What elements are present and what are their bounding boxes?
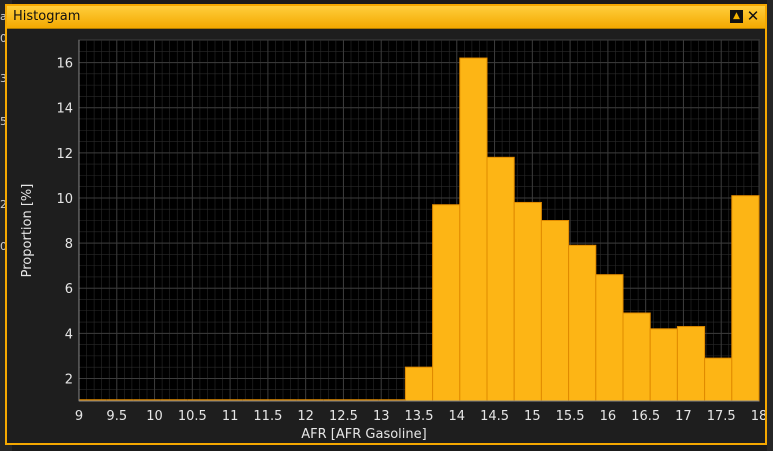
chart-area: 9 9.5 10 10.5 11 11.5 12 12.5 13 13.5 14 14.5 15 15.5… [7,29,765,443]
histogram-bar [486,156,515,402]
x-tick-label: 15 [524,409,541,424]
histogram-chart: 9 9.5 10 10.5 11 11.5 12 12.5 13 13.5 14 14.5 15 15.5… [20,39,765,442]
x-tick-label: 17.5 [707,409,736,424]
x-tick-label: 16 [600,409,617,424]
y-tick-label: 16 [56,57,73,72]
y-tick-label: 8 [65,237,73,252]
window-title: Histogram [13,9,81,24]
x-tick-label: 9.5 [106,409,127,424]
x-tick-label: 13 [373,409,390,424]
histogram-window: Histogram ▲ ✕ 9 9.5 10 10.5 11 11.5 12 12.5 13 13… [5,4,767,445]
x-tick-label: 11.5 [253,409,282,424]
histogram-bar [649,328,678,402]
histogram-bar [540,220,570,402]
y-tick-label: 10 [56,192,73,207]
background-panel-right [767,0,773,451]
close-icon[interactable]: ✕ [746,7,760,25]
histogram-bar [404,366,434,402]
y-tick-label: 12 [56,147,73,162]
x-tick-label: 13.5 [405,409,434,424]
x-tick-label: 15.5 [556,409,585,424]
histogram-bar [622,312,651,402]
x-tick-label: 17 [675,409,692,424]
y-tick-label: 6 [65,282,73,297]
x-tick-label: 14 [449,409,466,424]
histogram-bar [459,57,488,402]
x-tick-label: 9 [75,409,83,424]
x-tick-label: 12.5 [329,409,358,424]
y-tick-label: 2 [65,372,73,387]
x-tick-label: 12 [297,409,314,424]
x-axis-label: AFR [AFR Gasoline] [301,427,426,442]
y-tick-label: 4 [65,327,73,342]
x-tick-label: 10 [146,409,163,424]
y-axis-label: Proportion [%] [20,184,35,278]
x-tick-label: 10.5 [178,409,207,424]
x-tick-label: 11 [222,409,239,424]
histogram-bar [432,204,461,402]
histogram-bar [595,274,624,402]
histogram-bar [676,326,706,402]
x-tick-label: 18 [751,409,765,424]
x-tick-label: 16.5 [631,409,660,424]
window-titlebar[interactable]: Histogram ▲ ✕ [7,6,765,29]
histogram-bar [731,195,760,402]
y-tick-label: 14 [56,102,73,117]
x-tick-label: 14.5 [480,409,509,424]
pin-icon[interactable]: ▲ [730,10,743,23]
histogram-bar [704,357,733,402]
histogram-bar [568,244,597,402]
histogram-bar [513,201,542,402]
